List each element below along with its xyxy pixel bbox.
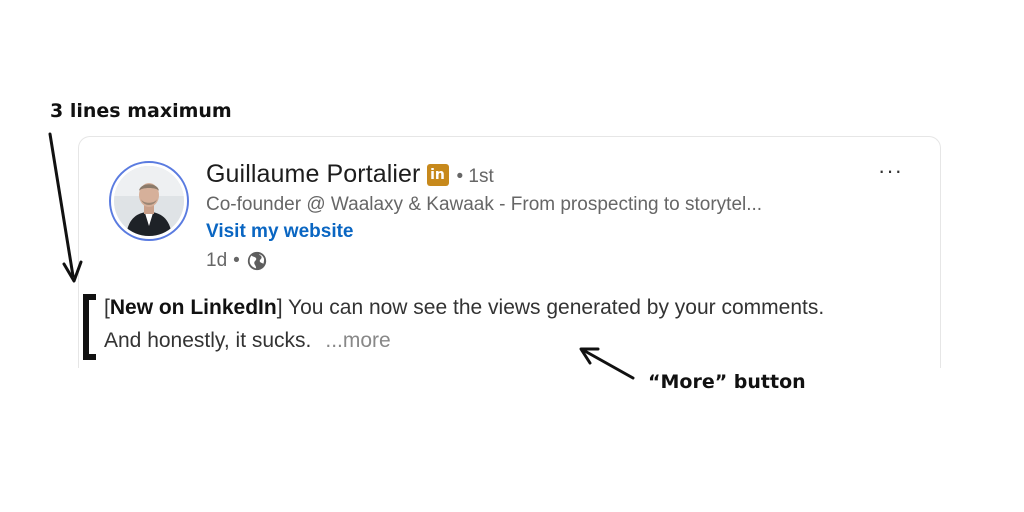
- linkedin-premium-badge-icon: in: [426, 163, 449, 186]
- visit-website-link[interactable]: Visit my website: [206, 221, 354, 243]
- post-meta: 1d •: [206, 250, 268, 272]
- author-headline: Co-founder @ Waalaxy & Kawaak - From pro…: [206, 194, 763, 215]
- author-row: Guillaume Portalier in • 1st: [206, 160, 494, 189]
- avatar[interactable]: [109, 161, 189, 241]
- annotation-three-lines: 3 lines maximum: [50, 100, 232, 122]
- profile-photo: [114, 166, 184, 236]
- author-name[interactable]: Guillaume Portalier: [206, 160, 421, 189]
- connection-degree: • 1st: [456, 165, 494, 187]
- stage: 3 lines maximum Guillaume Portalier in •…: [0, 0, 1024, 512]
- card-crop: [78, 368, 944, 388]
- post-body: [New on LinkedIn] You can now see the vi…: [104, 291, 844, 357]
- arrow-down-icon: [48, 132, 83, 283]
- see-more-button[interactable]: ...more: [325, 329, 390, 352]
- more-options-icon[interactable]: ···: [878, 158, 903, 184]
- meta-separator: •: [233, 250, 240, 271]
- globe-icon: [247, 251, 266, 271]
- annotation-more-button: “More” button: [648, 371, 806, 393]
- post-time: 1d: [206, 250, 228, 271]
- bold-tag: New on LinkedIn: [109, 296, 277, 319]
